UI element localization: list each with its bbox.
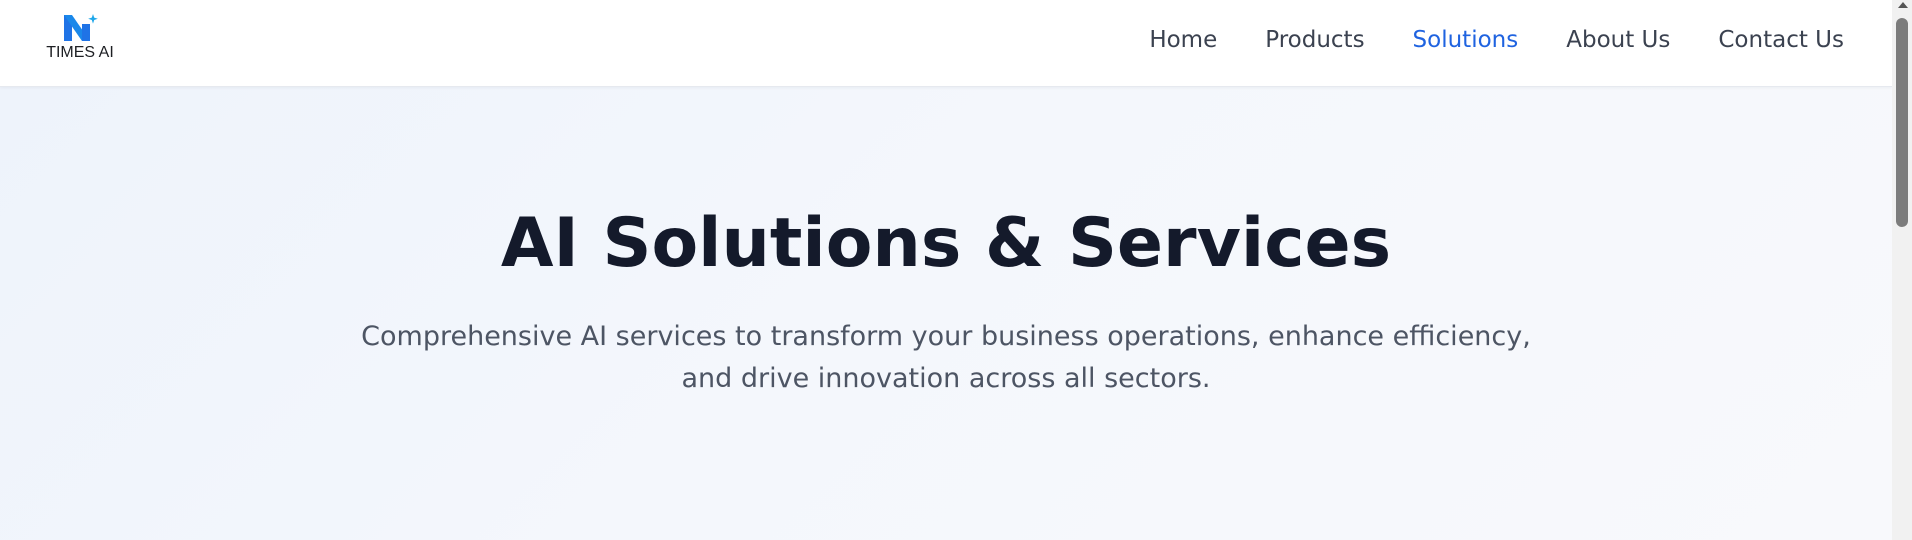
- nav-home-link[interactable]: Home: [1149, 27, 1217, 53]
- page-scrollbar[interactable]: [1892, 0, 1912, 540]
- nav-solutions-link[interactable]: Solutions: [1413, 27, 1519, 53]
- page: TIMES AI Home Products Solutions About U…: [0, 0, 1912, 540]
- times-ai-logo-icon: [64, 14, 98, 41]
- brand-name: TIMES AI: [46, 44, 114, 61]
- scrollbar-thumb[interactable]: [1896, 18, 1908, 227]
- nav-contact-link[interactable]: Contact Us: [1718, 27, 1844, 53]
- hero-subtitle-line-2: and drive innovation across all sectors.: [681, 363, 1211, 394]
- scroll-up-arrow-icon[interactable]: [1898, 2, 1908, 8]
- hero-subtitle: Comprehensive AI services to transform y…: [336, 316, 1556, 400]
- brand-logo[interactable]: TIMES AI: [38, 13, 122, 65]
- hero-subtitle-line-1: Comprehensive AI services to transform y…: [361, 321, 1531, 352]
- top-navigation-bar: TIMES AI Home Products Solutions About U…: [0, 0, 1892, 87]
- nav-products-link[interactable]: Products: [1265, 27, 1364, 53]
- hero-title: AI Solutions & Services: [500, 204, 1392, 283]
- main-nav: Home Products Solutions About Us Contact…: [1149, 0, 1844, 80]
- hero-section: AI Solutions & Services Comprehensive AI…: [0, 87, 1892, 540]
- nav-about-link[interactable]: About Us: [1566, 27, 1670, 53]
